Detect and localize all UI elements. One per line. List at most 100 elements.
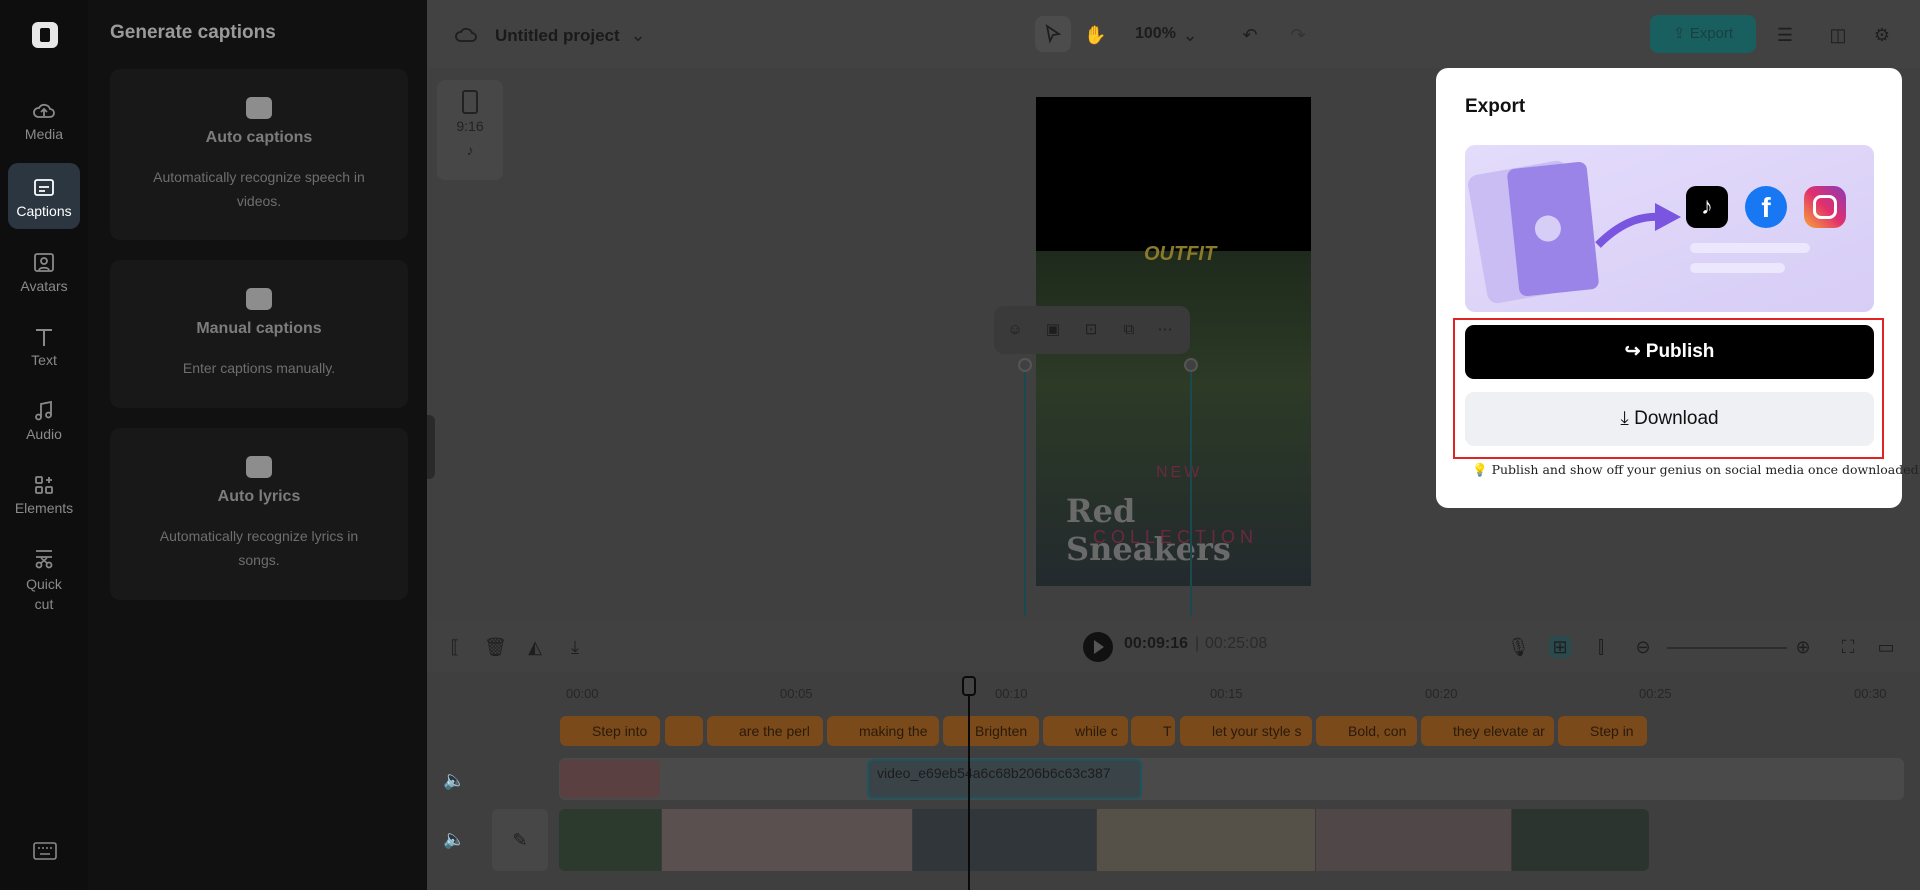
comment-icon[interactable]: ▭ [1875, 636, 1897, 658]
left-rail: Media Captions Avatars Text Audio Elemen… [0, 0, 88, 890]
split-screen-icon[interactable]: ⫿ [1590, 636, 1612, 658]
video-thumbnail[interactable] [1316, 809, 1511, 871]
layers-icon[interactable]: ☰ [1774, 24, 1796, 46]
play-overlay-icon [1533, 214, 1563, 243]
caption-clip[interactable]: Step into [560, 716, 660, 746]
text-icon [36, 329, 52, 346]
auto-captions-card[interactable]: Auto captions Automatically recognize sp… [110, 69, 408, 240]
manual-captions-card[interactable]: Manual captions Enter captions manually. [110, 260, 408, 408]
video-overlay-clip[interactable]: video_e69eb54a6c68b206b6c63c387 [867, 759, 1142, 799]
track-audio-icon[interactable]: 🔈 [443, 769, 465, 791]
outfit-text-overlay[interactable]: OUTFIT [1144, 243, 1216, 266]
playhead-handle[interactable] [962, 676, 976, 696]
zoom-chevron-icon[interactable]: ⌄ [1179, 24, 1201, 46]
tip-message: Publish and show off your genius on soci… [1491, 462, 1920, 477]
settings-gear-icon[interactable]: ⚙ [1871, 24, 1893, 46]
mirror-icon[interactable]: ◭ [524, 636, 546, 658]
auto-lyrics-card[interactable]: Auto lyrics Automatically recognize lyri… [110, 428, 408, 600]
caption-clip[interactable]: Brighten [943, 716, 1039, 746]
rail-item-label: Quick cut [26, 576, 62, 612]
rail-item-label: Elements [14, 500, 74, 516]
caption-clip[interactable]: while c [1043, 716, 1128, 746]
add-image-icon[interactable]: ▣ [1042, 319, 1064, 341]
caption-clip[interactable]: Bold, con [1316, 716, 1417, 746]
keyboard-icon[interactable] [33, 842, 57, 860]
pencil-icon: ✎ [512, 830, 528, 850]
main-video-track [559, 809, 1649, 871]
delete-icon[interactable]: 🗑 [484, 636, 507, 658]
replace-icon[interactable]: ⧉ [1118, 319, 1140, 341]
playhead[interactable] [968, 678, 970, 890]
facebook-icon: f [1745, 186, 1787, 228]
total-time: 00:25:08 [1205, 635, 1268, 652]
zoom-slider[interactable] [1667, 647, 1787, 649]
fullscreen-icon[interactable]: ⛶ [1837, 636, 1859, 658]
pointer-icon [1045, 24, 1062, 44]
zoom-in-icon[interactable]: ⊕ [1792, 636, 1814, 658]
app-logo-icon[interactable] [32, 22, 58, 48]
rail-item-avatars[interactable]: Avatars [8, 252, 80, 300]
project-title[interactable]: Untitled project [495, 26, 620, 46]
selection-edge-left [1024, 364, 1026, 616]
rail-item-text[interactable]: Text [8, 326, 80, 374]
track-audio-icon[interactable]: 🔈 [443, 828, 465, 850]
rail-item-label: Avatars [20, 278, 68, 294]
zoom-out-icon[interactable]: ⊖ [1632, 636, 1654, 658]
caption-clip[interactable]: they elevate ar [1421, 716, 1554, 746]
crop-icon[interactable]: ⊡ [1080, 319, 1102, 341]
caption-clip[interactable]: T [1131, 716, 1175, 746]
resize-handle[interactable] [1018, 358, 1032, 372]
cover-edit-button[interactable]: ✎ [492, 809, 548, 871]
panel-collapse-handle[interactable] [427, 415, 435, 479]
undo-icon[interactable]: ↶ [1239, 24, 1261, 46]
rail-item-audio[interactable]: Audio [8, 400, 80, 448]
card-description: Automatically recognize speech in videos… [153, 169, 365, 209]
export-button[interactable]: ⇪ Export [1650, 15, 1756, 53]
resize-handle[interactable] [1184, 358, 1198, 372]
export-label: Export [1689, 25, 1734, 42]
selection-edge-right [1190, 364, 1192, 616]
video-thumbnail[interactable] [913, 809, 1096, 871]
cloud-icon [455, 27, 477, 42]
phone-icon [462, 90, 478, 114]
collection-text-overlay[interactable]: COLLECTION [1093, 527, 1258, 548]
caption-clip[interactable] [665, 716, 703, 746]
play-button[interactable] [1083, 632, 1113, 662]
zoom-level[interactable]: 100% [1135, 25, 1176, 43]
tiktok-small-icon: ♪ [466, 142, 474, 158]
ruler-label: 00:15 [1210, 686, 1243, 701]
layout-icon[interactable]: ◫ [1827, 24, 1849, 46]
redo-icon[interactable]: ↷ [1287, 24, 1309, 46]
rail-item-elements[interactable]: Elements [8, 474, 80, 522]
ruler-label: 00:25 [1639, 686, 1672, 701]
caption-clip[interactable]: Step in [1558, 716, 1647, 746]
rail-item-quick-cut[interactable]: Quick cut [8, 548, 80, 612]
video-thumbnail[interactable] [662, 809, 912, 871]
video-thumbnail[interactable] [1097, 809, 1315, 871]
top-bar: Untitled project ⌄ ✋ 100% ⌄ ↶ ↷ ⇪ Export… [427, 0, 1920, 68]
person-cutout-icon[interactable]: ☺ [1004, 319, 1026, 341]
rail-item-label: Media [24, 126, 64, 142]
microphone-icon[interactable]: 🎙 [1507, 636, 1530, 658]
split-icon[interactable]: ⟦ [444, 636, 466, 658]
aspect-ratio-selector[interactable]: 9:16 ♪ [437, 80, 503, 180]
music-note-icon [35, 400, 52, 421]
new-text-overlay[interactable]: NEW [1156, 464, 1202, 482]
download-menu-icon[interactable]: ⤓ [564, 636, 586, 658]
arrow-graphic-icon [1595, 203, 1681, 248]
caption-clip[interactable]: are the perl [707, 716, 823, 746]
more-options-icon[interactable]: ⋯ [1154, 319, 1176, 341]
rail-item-captions[interactable]: Captions [8, 163, 80, 229]
select-tool-button[interactable] [1035, 16, 1071, 52]
chevron-down-icon[interactable]: ⌄ [627, 24, 649, 46]
video-thumbnail[interactable] [559, 809, 661, 871]
caption-clip[interactable]: let your style s [1180, 716, 1312, 746]
highlight-box [1453, 318, 1884, 459]
captions-icon [34, 179, 54, 196]
video-thumbnail[interactable] [1512, 809, 1649, 871]
rail-item-media[interactable]: Media [8, 100, 80, 148]
hand-tool-icon[interactable]: ✋ [1084, 24, 1106, 46]
caption-clip[interactable]: making the [827, 716, 939, 746]
magnet-icon[interactable]: ⊞ [1549, 636, 1571, 658]
overlay-clip[interactable] [560, 760, 660, 798]
